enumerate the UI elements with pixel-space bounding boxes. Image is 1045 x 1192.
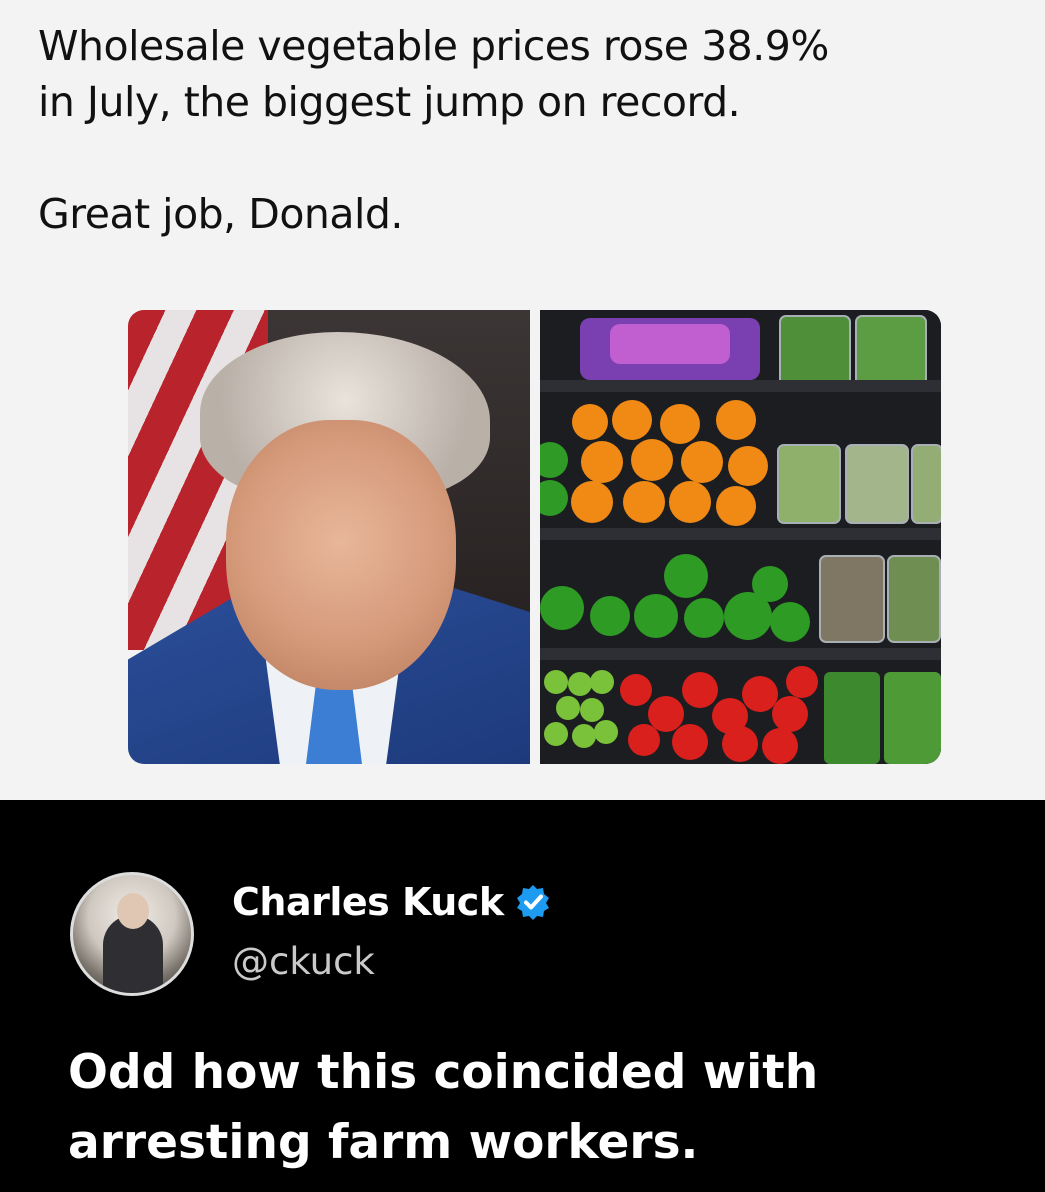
post-text-line-1: Wholesale vegetable prices rose 38.9% [38, 22, 829, 70]
tweet-text-line-1: Odd how this coincided with [68, 1045, 819, 1100]
tweet-text-line-2: arresting farm workers. [68, 1115, 699, 1170]
author-row: Charles Kuck [232, 880, 552, 924]
vegetable-shelf-image[interactable] [540, 310, 941, 764]
verified-badge-icon [514, 883, 552, 921]
reply-tweet: Charles Kuck @ckuck Odd how this coincid… [0, 800, 1045, 1192]
display-name[interactable]: Charles Kuck [232, 880, 504, 924]
post-media[interactable] [128, 310, 941, 764]
quoted-post: Wholesale vegetable prices rose 38.9% in… [0, 0, 1045, 800]
produce-shelves [540, 310, 941, 764]
tweet-text: Odd how this coincided with arresting fa… [68, 1038, 1008, 1178]
post-text-line-2: in July, the biggest jump on record. [38, 78, 741, 126]
post-text: Wholesale vegetable prices rose 38.9% in… [38, 18, 1008, 242]
post-text-line-3: Great job, Donald. [38, 190, 403, 238]
avatar[interactable] [70, 872, 194, 996]
user-handle[interactable]: @ckuck [232, 940, 375, 983]
portrait-image[interactable] [128, 310, 530, 764]
